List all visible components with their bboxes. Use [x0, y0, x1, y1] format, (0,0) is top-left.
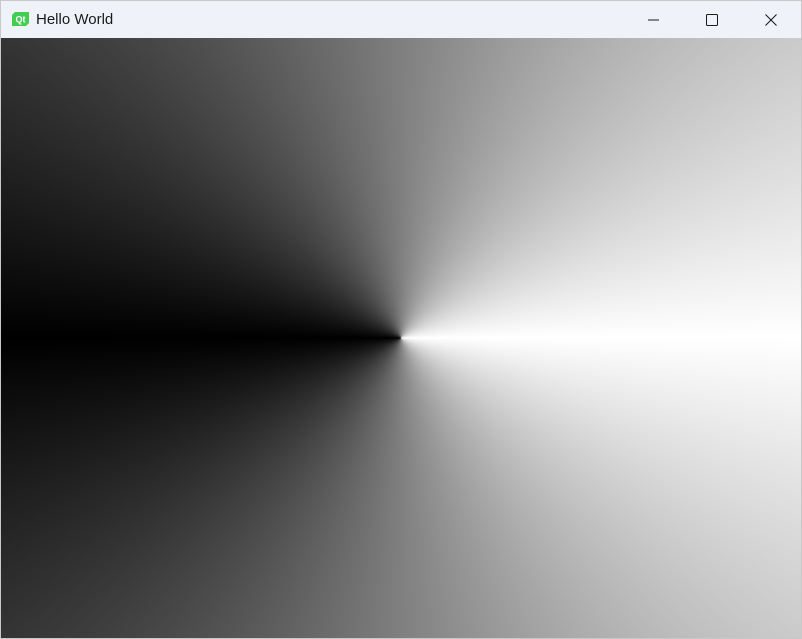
qt-logo-icon: Qt — [12, 12, 29, 26]
close-button[interactable] — [742, 1, 800, 38]
close-icon — [765, 13, 777, 26]
maximize-button[interactable] — [683, 1, 741, 38]
conical-gradient-canvas — [1, 38, 801, 638]
maximize-icon — [706, 13, 718, 26]
app-window: Qt Hello World — [0, 0, 802, 639]
minimize-button[interactable] — [625, 1, 683, 38]
minimize-icon — [648, 14, 660, 26]
svg-text:Qt: Qt — [16, 15, 26, 25]
title-bar[interactable]: Qt Hello World — [1, 1, 801, 38]
window-title: Hello World — [36, 11, 114, 28]
